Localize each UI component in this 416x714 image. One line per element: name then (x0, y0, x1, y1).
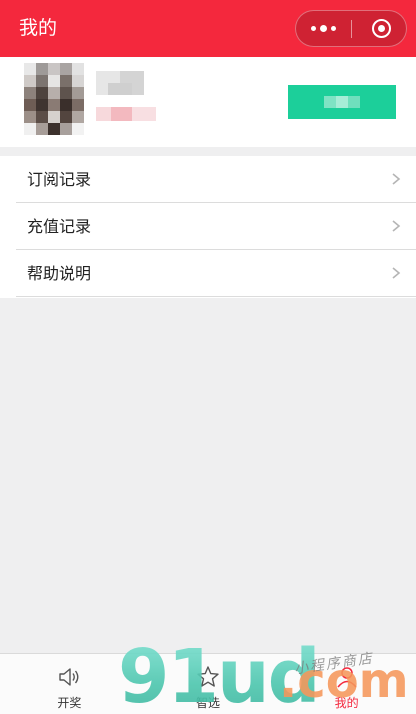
star-outline-icon (197, 666, 219, 687)
tab-label: 开奖 (57, 696, 82, 710)
profile-action-button[interactable] (288, 85, 396, 119)
profile-subtitle-blurred (96, 107, 156, 121)
menu-item-label: 充值记录 (27, 216, 92, 236)
chevron-right-icon (392, 267, 401, 279)
avatar[interactable] (24, 63, 84, 135)
menu-item-label: 订阅记录 (27, 169, 92, 189)
profile-name-blurred (96, 71, 144, 95)
menu-item-label: 帮助说明 (27, 263, 92, 283)
tab-lottery-results[interactable]: 开奖 (0, 654, 139, 714)
target-circle-icon[interactable] (359, 11, 404, 46)
menu-list: 订阅记录 充值记录 帮助说明 (0, 156, 416, 298)
capsule-divider (351, 20, 352, 38)
user-icon (337, 667, 357, 688)
tab-label: 我的 (334, 696, 359, 710)
profile-card (0, 57, 416, 147)
tab-bar: 开奖 智选 我的 (0, 653, 416, 714)
chevron-right-icon (392, 220, 401, 232)
menu-item-recharge-records[interactable]: 充值记录 (0, 203, 416, 250)
speaker-icon (59, 668, 79, 686)
tab-label: 智选 (196, 696, 221, 710)
tab-smart-pick[interactable]: 智选 (139, 654, 278, 714)
mini-program-capsule (295, 10, 407, 47)
menu-item-help[interactable]: 帮助说明 (0, 250, 416, 297)
menu-item-subscription-records[interactable]: 订阅记录 (0, 156, 416, 203)
tab-mine[interactable]: 我的 (277, 654, 416, 714)
chevron-right-icon (392, 173, 401, 185)
more-dots-icon[interactable] (296, 11, 351, 46)
page-title: 我的 (19, 17, 58, 39)
navigation-bar: 我的 (0, 0, 416, 57)
